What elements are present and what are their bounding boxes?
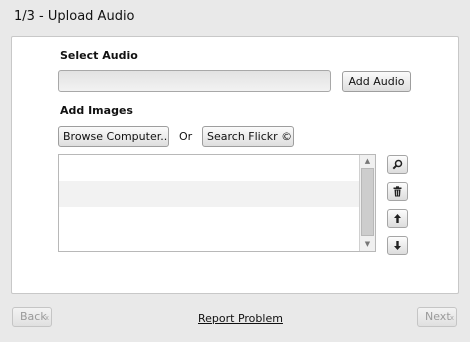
delete-image-button[interactable] <box>387 182 408 201</box>
arrow-up-icon <box>394 214 401 223</box>
scroll-down-arrow-icon[interactable]: ▼ <box>360 238 375 250</box>
list-item[interactable] <box>59 181 375 207</box>
list-scrollbar[interactable]: ▲ ▼ <box>359 155 375 251</box>
image-list[interactable]: ▲ ▼ <box>58 154 376 252</box>
list-item[interactable] <box>59 155 375 181</box>
close-icon: x <box>44 314 49 322</box>
add-images-label: Add Images <box>60 104 133 117</box>
browse-computer-button[interactable]: Browse Computer.. <box>58 126 169 147</box>
back-button-label: Back <box>20 310 47 323</box>
next-button[interactable]: Next x <box>417 307 457 327</box>
add-audio-button[interactable]: Add Audio <box>342 71 411 92</box>
window-title: 1/3 - Upload Audio <box>14 9 135 24</box>
or-text: Or <box>179 130 193 143</box>
move-down-button[interactable] <box>387 236 408 255</box>
audio-file-field[interactable] <box>58 70 331 92</box>
list-item[interactable] <box>59 207 375 233</box>
magnifier-icon <box>392 159 403 170</box>
search-flickr-button[interactable]: Search Flickr © <box>202 126 294 147</box>
title-bar: 1/3 - Upload Audio <box>0 0 470 36</box>
scroll-thumb[interactable] <box>361 168 374 236</box>
scroll-up-arrow-icon[interactable]: ▲ <box>360 155 375 167</box>
select-audio-label: Select Audio <box>60 49 138 62</box>
upload-panel: Select Audio Add Audio Add Images Browse… <box>11 36 459 294</box>
report-problem-link[interactable]: Report Problem <box>198 312 283 325</box>
arrow-down-icon <box>394 241 401 250</box>
back-button[interactable]: Back x <box>12 307 52 327</box>
next-button-label: Next <box>425 310 451 323</box>
preview-image-button[interactable] <box>387 155 408 174</box>
move-up-button[interactable] <box>387 209 408 228</box>
close-icon: x <box>449 314 454 322</box>
trash-icon <box>393 186 402 197</box>
